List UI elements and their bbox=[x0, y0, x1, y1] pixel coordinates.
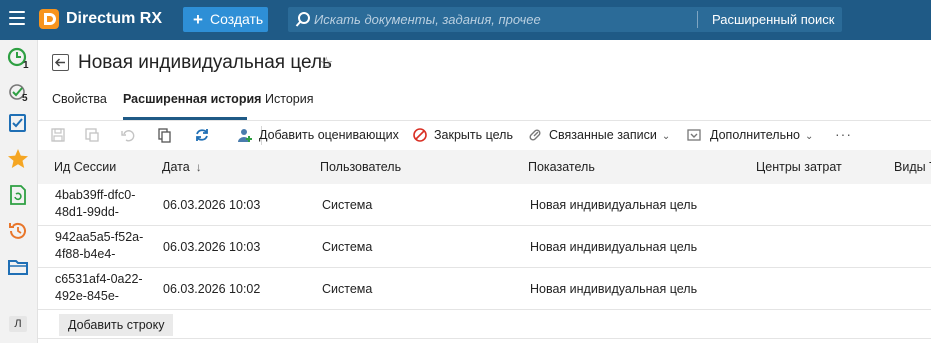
tab-history[interactable]: История bbox=[265, 92, 313, 106]
menu-icon[interactable] bbox=[9, 11, 25, 27]
directum-logo-icon[interactable] bbox=[39, 9, 59, 29]
search-bar: Расширенный поиск bbox=[288, 7, 842, 32]
toolbar: Добавить оценивающих Закрыть цель Связан… bbox=[38, 121, 931, 150]
additional-dropdown[interactable]: Дополнительно ⌄ bbox=[710, 121, 813, 150]
left-sidebar: 1 5 Л bbox=[0, 40, 38, 343]
cell-user: Система bbox=[322, 282, 373, 296]
cell-date: 06.03.2026 10:03 bbox=[163, 198, 261, 212]
sort-arrow-down-icon: ↓ bbox=[195, 160, 202, 174]
top-bar: Directum RX + Создать Расширенный поиск bbox=[0, 0, 931, 40]
cell-indicator: Новая индивидуальная цель bbox=[530, 198, 698, 212]
cell-indicator: Новая индивидуальная цель bbox=[530, 240, 698, 254]
create-button[interactable]: + Создать bbox=[183, 7, 268, 32]
favorite-star-icon[interactable]: ☆ bbox=[319, 53, 333, 73]
task-list-icon[interactable] bbox=[7, 112, 29, 134]
tasks-badge: 5 bbox=[22, 93, 28, 104]
related-records-dropdown[interactable]: Связанные записи ⌄ bbox=[549, 121, 670, 150]
additional-label: Дополнительно bbox=[710, 128, 800, 142]
cell-session-id: 942aa5a5-f52a-4f88-b4e4- bbox=[55, 230, 144, 261]
table-row[interactable]: 4bab39ff-dfc0-48d1-99dd- 06.03.2026 10:0… bbox=[38, 184, 931, 226]
folder-icon[interactable] bbox=[7, 256, 29, 278]
cell-user: Система bbox=[322, 240, 373, 254]
table-row[interactable]: 942aa5a5-f52a-4f88-b4e4- 06.03.2026 10:0… bbox=[38, 226, 931, 268]
tab-extended-history[interactable]: Расширенная история bbox=[123, 92, 261, 106]
undo-icon[interactable] bbox=[120, 127, 136, 143]
save-icon[interactable] bbox=[50, 127, 66, 143]
chevron-down-icon: ⌄ bbox=[661, 131, 671, 142]
table-bottom-divider bbox=[38, 338, 931, 339]
save-and-close-icon[interactable] bbox=[84, 127, 100, 143]
table-header: Ид Сессии Дата ↓ Пользователь Показатель … bbox=[38, 150, 931, 184]
cell-session-id: 4bab39ff-dfc0-48d1-99dd- bbox=[55, 188, 136, 219]
add-user-icon bbox=[238, 129, 252, 142]
back-button[interactable] bbox=[52, 54, 69, 71]
plus-icon: + bbox=[193, 10, 203, 29]
close-goal-button[interactable]: Закрыть цель bbox=[434, 121, 513, 150]
more-actions-icon[interactable]: ··· bbox=[835, 121, 852, 147]
column-header-indicator[interactable]: Показатель bbox=[528, 150, 595, 184]
close-goal-icon bbox=[413, 128, 427, 142]
cell-indicator: Новая индивидуальная цель bbox=[530, 282, 698, 296]
app-name[interactable]: Directum RX bbox=[66, 10, 162, 28]
copy-icon[interactable] bbox=[157, 127, 173, 143]
column-header-date[interactable]: Дата ↓ bbox=[162, 150, 202, 184]
cell-session-id: c6531af4-0a22-492e-845e- bbox=[55, 272, 143, 303]
advanced-search-button[interactable]: Расширенный поиск bbox=[712, 7, 834, 32]
clock-badge: 1 bbox=[23, 60, 29, 71]
column-header-cost-centers[interactable]: Центры затрат bbox=[756, 150, 842, 184]
related-records-label: Связанные записи bbox=[549, 128, 657, 142]
document-refresh-icon[interactable] bbox=[7, 184, 29, 206]
additional-menu-icon bbox=[687, 129, 701, 141]
tab-properties[interactable]: Свойства bbox=[52, 92, 107, 106]
add-evaluators-button[interactable]: Добавить оценивающих bbox=[259, 121, 399, 150]
table-row[interactable]: c6531af4-0a22-492e-845e- 06.03.2026 10:0… bbox=[38, 268, 931, 310]
search-input[interactable] bbox=[314, 7, 684, 32]
cell-date: 06.03.2026 10:03 bbox=[163, 240, 261, 254]
column-header-types[interactable]: Виды Т bbox=[894, 150, 931, 184]
column-header-session-id[interactable]: Ид Сессии bbox=[54, 150, 116, 184]
column-header-user[interactable]: Пользователь bbox=[320, 150, 401, 184]
page-title: Новая индивидуальная цель bbox=[78, 52, 332, 73]
star-icon[interactable] bbox=[7, 148, 29, 170]
cell-date: 06.03.2026 10:02 bbox=[163, 282, 261, 296]
search-icon bbox=[295, 12, 310, 27]
cell-user: Система bbox=[322, 198, 373, 212]
history-icon[interactable] bbox=[7, 220, 29, 242]
user-avatar[interactable]: Л bbox=[9, 316, 27, 332]
add-row-button[interactable]: Добавить строку bbox=[59, 314, 174, 336]
create-button-label: Создать bbox=[210, 11, 264, 27]
search-divider bbox=[697, 11, 698, 28]
link-icon bbox=[529, 129, 541, 141]
refresh-icon[interactable] bbox=[194, 127, 210, 143]
column-header-date-label: Дата bbox=[162, 160, 190, 174]
chevron-down-icon: ⌄ bbox=[804, 131, 814, 142]
arrow-left-icon bbox=[54, 58, 65, 67]
